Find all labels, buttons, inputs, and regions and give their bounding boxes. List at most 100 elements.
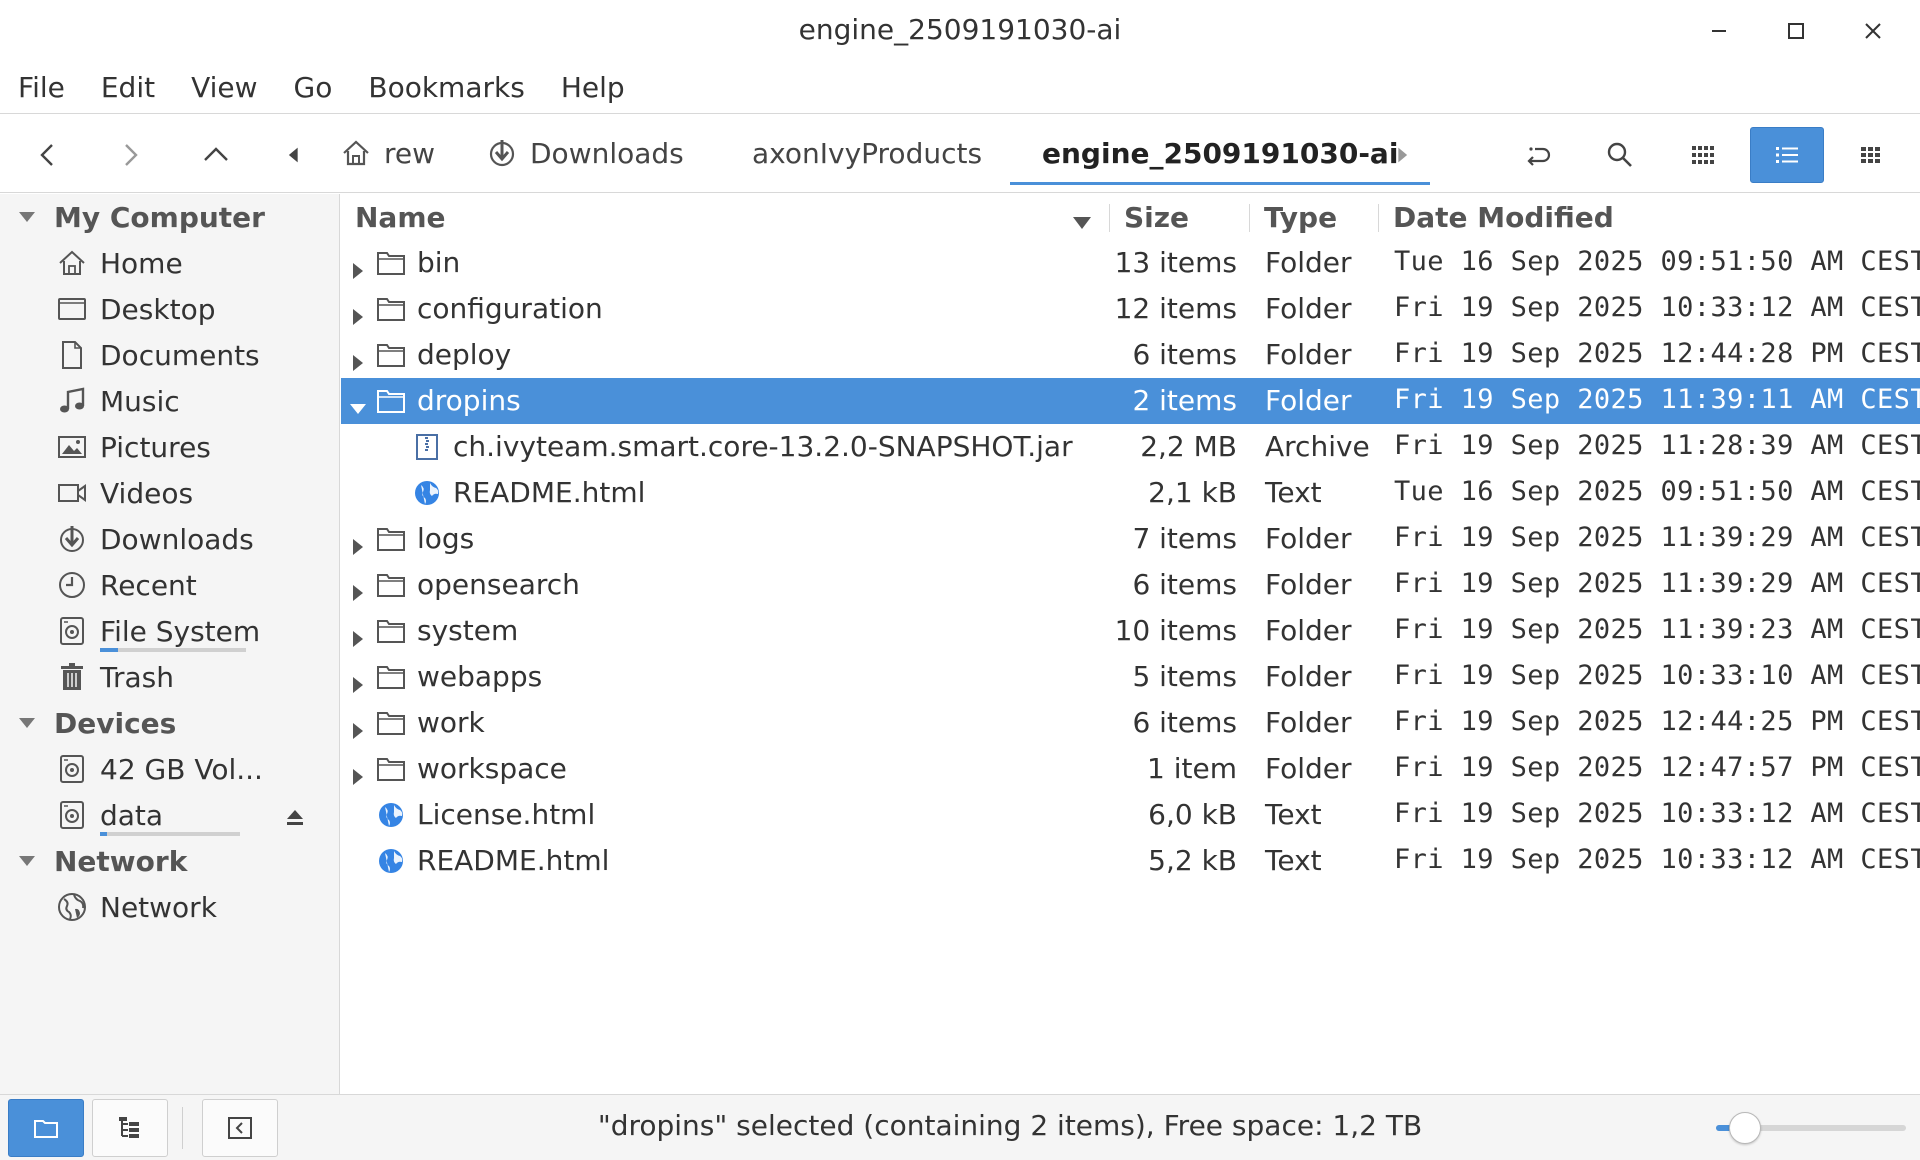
sidebar-item-label: Desktop: [100, 292, 216, 326]
sidebar-item-documents[interactable]: Documents: [56, 332, 326, 378]
expander-collapsed[interactable]: [349, 346, 367, 371]
file-row[interactable]: workspace 1 item Folder Fri 19 Sep 2025 12:…: [341, 746, 1920, 792]
document-icon: [62, 341, 82, 369]
sidebar-item-desktop[interactable]: Desktop: [56, 286, 326, 332]
back-button[interactable]: [28, 127, 68, 183]
forward-button[interactable]: [110, 127, 150, 183]
expander-expanded[interactable]: [349, 392, 367, 414]
sidebar-section-my-computer[interactable]: My Computer: [18, 194, 265, 240]
sidebar-section-devices[interactable]: Devices: [18, 700, 176, 746]
column-header-type[interactable]: Type: [1264, 194, 1337, 240]
file-date-modified: Fri 19 Sep 2025 11:39:29 AM CEST: [1394, 522, 1920, 553]
sidebar-item-label: Documents: [100, 338, 260, 372]
file-row[interactable]: deploy 6 items Folder Fri 19 Sep 2025 12:44…: [341, 332, 1920, 378]
breadcrumb-scroll-left[interactable]: [282, 127, 306, 183]
menu-go[interactable]: Go: [294, 69, 333, 106]
folder-icon: [375, 523, 407, 555]
zoom-handle[interactable]: [1728, 1112, 1761, 1144]
sidebar-item-pictures[interactable]: Pictures: [56, 424, 326, 470]
file-name: README.html: [417, 844, 610, 877]
menu-edit[interactable]: Edit: [101, 69, 155, 106]
file-row[interactable]: ch.ivyteam.smart.core-13.2.0-SNAPSHOT.ja…: [341, 424, 1920, 470]
expander-collapsed[interactable]: [349, 668, 367, 693]
pictures-icon: [58, 436, 86, 458]
breadcrumb-home[interactable]: rew: [340, 115, 435, 191]
maximize-icon: [1788, 23, 1804, 39]
column-header-size[interactable]: Size: [1124, 194, 1189, 240]
expander-collapsed[interactable]: [349, 760, 367, 785]
triangle-down-icon: [350, 404, 366, 414]
breadcrumb-axonivyproducts[interactable]: axonIvyProducts: [752, 115, 982, 191]
sidebar-item-music[interactable]: Music: [56, 378, 326, 424]
file-row[interactable]: README.html 2,1 kB Text Tue 16 Sep 2025 09:…: [341, 470, 1920, 516]
sidebar-item-trash[interactable]: Trash: [56, 654, 326, 700]
file-date-modified: Fri 19 Sep 2025 10:33:12 AM CEST: [1394, 798, 1920, 829]
file-date-modified: Fri 19 Sep 2025 11:39:29 AM CEST: [1394, 568, 1920, 599]
file-row[interactable]: opensearch 6 items Folder Fri 19 Sep 2025 1…: [341, 562, 1920, 608]
column-separator[interactable]: [1378, 204, 1379, 232]
section-label: My Computer: [54, 200, 265, 234]
menu-help[interactable]: Help: [561, 69, 625, 106]
expander-collapsed[interactable]: [349, 714, 367, 739]
sidebar-item-home[interactable]: Home: [56, 240, 326, 286]
globe-icon: [375, 845, 407, 877]
breadcrumb-label: axonIvyProducts: [752, 136, 983, 170]
triangle-down-icon: [19, 718, 35, 728]
minimize-button[interactable]: [1696, 10, 1742, 52]
sidebar-item-network[interactable]: Network: [56, 884, 326, 930]
file-row[interactable]: bin 13 items Folder Tue 16 Sep 2025 09:51:5…: [341, 240, 1920, 286]
sort-descending-indicator[interactable]: [1071, 208, 1093, 229]
column-header-label: Type: [1264, 200, 1338, 234]
close-button[interactable]: [1850, 10, 1896, 52]
expander-collapsed[interactable]: [349, 254, 367, 279]
column-header-name[interactable]: Name: [355, 194, 955, 240]
zoom-slider[interactable]: [1716, 1112, 1906, 1144]
file-row[interactable]: logs 7 items Folder Fri 19 Sep 2025 11:39:2…: [341, 516, 1920, 562]
search-button[interactable]: [1600, 127, 1640, 183]
return-icon: [1527, 147, 1551, 166]
list-view-button[interactable]: [1750, 127, 1824, 183]
breadcrumb-current[interactable]: engine_2509191030-ai: [1009, 115, 1431, 191]
toggle-location-entry-button[interactable]: [1518, 127, 1558, 183]
column-separator[interactable]: [1109, 204, 1110, 232]
menu-file[interactable]: File: [18, 69, 65, 106]
breadcrumb-downloads[interactable]: Downloads: [486, 115, 684, 191]
up-button[interactable]: [196, 127, 236, 183]
expander-collapsed[interactable]: [349, 576, 367, 601]
expander-collapsed[interactable]: [349, 530, 367, 555]
file-size: 10 items: [1114, 614, 1237, 647]
breadcrumb-scroll-right[interactable]: [1390, 127, 1414, 183]
column-header-date[interactable]: Date Modified: [1393, 194, 1614, 240]
breadcrumb-label: rew: [384, 136, 436, 170]
folder-icon: [375, 339, 407, 371]
sidebar-item-recent[interactable]: Recent: [56, 562, 326, 608]
file-row[interactable]: webapps 5 items Folder Fri 19 Sep 2025 10:3…: [341, 654, 1920, 700]
sidebar-section-network[interactable]: Network: [18, 838, 187, 884]
compact-view-button[interactable]: [1834, 127, 1908, 183]
file-row[interactable]: configuration 12 items Folder Fri 19 Sep 20…: [341, 286, 1920, 332]
file-row[interactable]: README.html 5,2 kB Text Fri 19 Sep 2025 10:…: [341, 838, 1920, 884]
chevron-up-icon: [204, 147, 228, 161]
sidebar-item-videos[interactable]: Videos: [56, 470, 326, 516]
file-type: Folder: [1265, 614, 1352, 647]
maximize-button[interactable]: [1773, 10, 1819, 52]
sidebar-item-volume[interactable]: 42 GB Vol...: [56, 746, 326, 792]
file-row[interactable]: work 6 items Folder Fri 19 Sep 2025 12:44:2…: [341, 700, 1920, 746]
icon-view-button[interactable]: [1666, 127, 1740, 183]
file-row[interactable]: License.html 6,0 kB Text Fri 19 Sep 2025 10…: [341, 792, 1920, 838]
expander-collapsed[interactable]: [349, 300, 367, 325]
file-row[interactable]: system 10 items Folder Fri 19 Sep 2025 11:3…: [341, 608, 1920, 654]
drive-icon: [60, 755, 84, 783]
file-size: 6 items: [1132, 568, 1237, 601]
menu-bookmarks[interactable]: Bookmarks: [368, 69, 524, 106]
column-separator[interactable]: [1249, 204, 1250, 232]
eject-button[interactable]: [284, 804, 306, 826]
file-size: 5,2 kB: [1148, 844, 1237, 877]
expander-collapsed[interactable]: [349, 622, 367, 647]
menu-view[interactable]: View: [191, 69, 257, 106]
sidebar-item-downloads[interactable]: Downloads: [56, 516, 326, 562]
file-row[interactable]: dropins 2 items Folder Fri 19 Sep 2025 11:3…: [341, 378, 1920, 424]
sidebar-item-label: File System: [100, 614, 261, 648]
file-type: Folder: [1265, 292, 1352, 325]
sort-down-icon: [1073, 217, 1091, 229]
